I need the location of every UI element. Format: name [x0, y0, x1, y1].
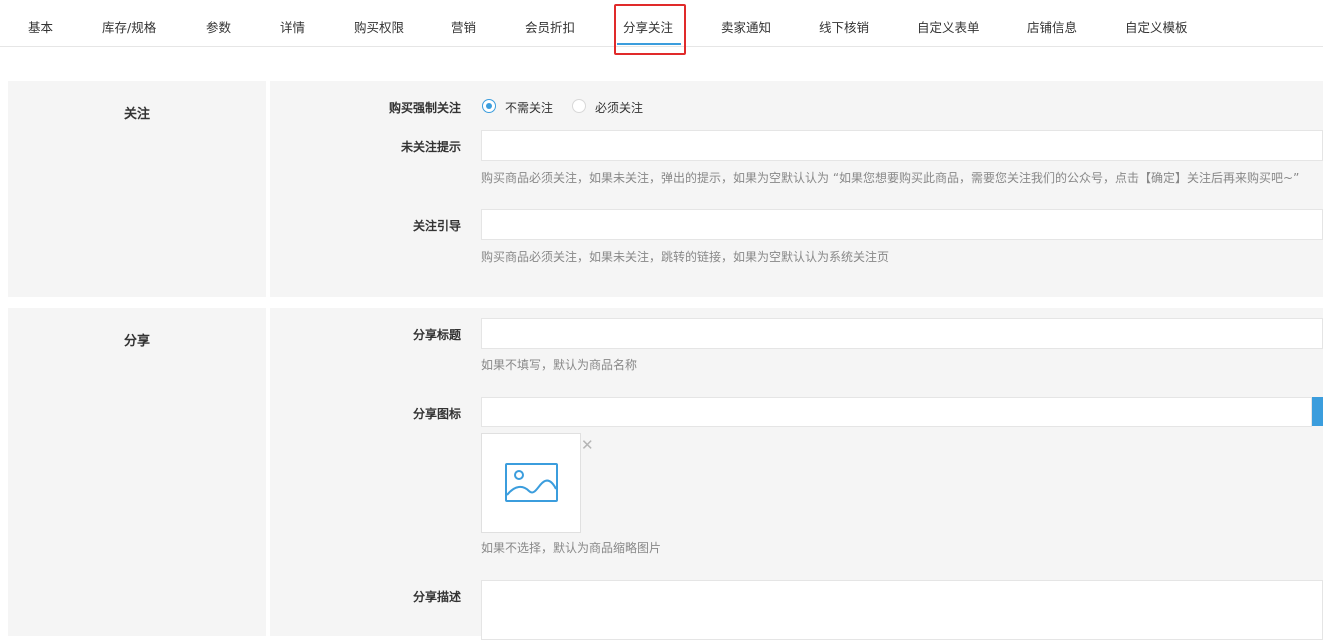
- force-follow-label: 购买强制关注: [388, 101, 461, 115]
- close-icon[interactable]: ✕: [581, 438, 594, 453]
- tab-purchase-permission[interactable]: 购买权限: [354, 0, 404, 46]
- unfollow-tip-label: 未关注提示: [400, 140, 461, 154]
- tab-highlight-box: [614, 4, 686, 55]
- tab-offline-verify[interactable]: 线下核销: [819, 0, 869, 46]
- share-icon-input[interactable]: [481, 397, 1312, 427]
- follow-guide-help: 购买商品必须关注，如果未关注，跳转的链接，如果为空默认认为系统关注页: [481, 250, 890, 264]
- radio-no-follow[interactable]: [482, 99, 496, 113]
- unfollow-tip-input[interactable]: [481, 130, 1323, 161]
- share-icon-label: 分享图标: [412, 407, 461, 421]
- follow-guide-input[interactable]: [481, 209, 1323, 240]
- image-placeholder-icon: [505, 463, 558, 506]
- share-section-title: 分享: [123, 334, 150, 349]
- select-image-button[interactable]: [1312, 397, 1323, 426]
- tab-basic[interactable]: 基本: [28, 0, 53, 46]
- tab-marketing[interactable]: 营销: [451, 0, 476, 46]
- share-title-label: 分享标题: [412, 328, 461, 342]
- share-section: 分享 分享标题 如果不填写，默认为商品名称 分享图标 ✕ 如果不选择，默认为商品…: [8, 308, 1323, 640]
- tab-seller-notify[interactable]: 卖家通知: [721, 0, 771, 46]
- share-icon-preview[interactable]: [481, 433, 581, 533]
- tab-custom-template[interactable]: 自定义模板: [1125, 0, 1188, 46]
- tab-custom-form[interactable]: 自定义表单: [917, 0, 980, 46]
- share-title-help: 如果不填写，默认为商品名称: [481, 358, 638, 372]
- tab-bar: 基本 库存/规格 参数 详情 购买权限 营销 会员折扣 分享关注 卖家通知 线下…: [0, 0, 1323, 55]
- tab-shop-info[interactable]: 店铺信息: [1027, 0, 1077, 46]
- share-icon-help: 如果不选择，默认为商品缩略图片: [481, 541, 662, 555]
- radio-no-follow-label[interactable]: 不需关注: [505, 99, 553, 116]
- radio-must-follow-label[interactable]: 必须关注: [595, 99, 643, 116]
- tab-details[interactable]: 详情: [280, 0, 305, 46]
- share-desc-label: 分享描述: [412, 590, 461, 604]
- follow-guide-label: 关注引导: [412, 219, 461, 233]
- follow-section: 关注 购买强制关注 不需关注 必须关注 未关注提示 购买商品必须关注，如果未关注…: [8, 81, 1323, 297]
- follow-section-body: 购买强制关注 不需关注 必须关注 未关注提示 购买商品必须关注，如果未关注，弹出…: [270, 81, 1323, 297]
- tab-params[interactable]: 参数: [206, 0, 231, 46]
- tab-stock-spec[interactable]: 库存/规格: [102, 0, 156, 46]
- share-section-body: 分享标题 如果不填写，默认为商品名称 分享图标 ✕ 如果不选择，默认为商品缩略图…: [270, 308, 1323, 640]
- share-section-sidebar: 分享: [8, 308, 266, 636]
- follow-section-title: 关注: [123, 107, 150, 122]
- follow-section-sidebar: 关注: [8, 81, 266, 297]
- share-title-input[interactable]: [481, 318, 1323, 349]
- radio-must-follow[interactable]: [572, 99, 586, 113]
- share-desc-textarea[interactable]: [481, 580, 1323, 640]
- tab-member-discount[interactable]: 会员折扣: [525, 0, 575, 46]
- unfollow-tip-help: 购买商品必须关注，如果未关注，弹出的提示，如果为空默认认为 “如果您想要购买此商…: [481, 171, 1300, 185]
